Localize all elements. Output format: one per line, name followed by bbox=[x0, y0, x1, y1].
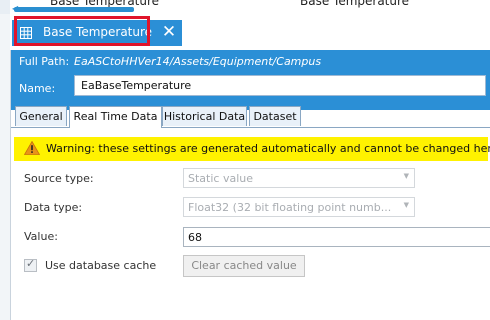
clear-cached-value-button[interactable]: Clear cached value bbox=[183, 255, 305, 277]
property-tabs: General Real Time Data Historical Data D… bbox=[11, 106, 490, 128]
use-database-cache-checkbox[interactable]: ✓ bbox=[24, 257, 37, 272]
name-label: Name: bbox=[19, 82, 56, 95]
highlight-box bbox=[14, 16, 150, 46]
top-strip-edge bbox=[0, 0, 10, 14]
chevron-down-icon: ▼ bbox=[403, 201, 409, 209]
source-type-select: Static value ▼ bbox=[183, 168, 415, 188]
data-type-select: Float32 (32 bit floating point numb... ▼ bbox=[183, 197, 415, 217]
full-path-value: EaASCtoHHVer14/Assets/Equipment/Campus bbox=[74, 55, 322, 68]
document-tab-row: Base Temperature ✕ bbox=[10, 14, 490, 50]
top-strip-right-text: Base Temperature bbox=[300, 0, 410, 8]
value-field[interactable]: 68 bbox=[183, 227, 490, 247]
warning-banner: Warning: these settings are generated au… bbox=[14, 137, 490, 161]
top-strip: Base Temperature Base Temperature ◀ bbox=[0, 0, 490, 14]
close-icon[interactable]: ✕ bbox=[160, 22, 178, 42]
tab-dataset[interactable]: Dataset bbox=[249, 106, 301, 126]
tab-general[interactable]: General bbox=[15, 106, 67, 126]
left-pane-edge bbox=[0, 14, 11, 320]
properties-header: Full Path: EaASCtoHHVer14/Assets/Equipme… bbox=[11, 50, 490, 110]
tab-historical-data[interactable]: Historical Data bbox=[162, 106, 247, 126]
use-database-cache-label: Use database cache bbox=[45, 259, 157, 272]
source-type-label: Source type: bbox=[24, 172, 94, 185]
tab-real-time-data[interactable]: Real Time Data bbox=[69, 106, 162, 128]
data-type-label: Data type: bbox=[24, 201, 83, 214]
value-label: Value: bbox=[24, 230, 58, 243]
data-type-value: Float32 (32 bit floating point numb... bbox=[188, 201, 392, 214]
full-path-label: Full Path: bbox=[19, 55, 70, 68]
warning-icon bbox=[23, 140, 41, 155]
source-type-value: Static value bbox=[188, 172, 253, 185]
warning-text: Warning: these settings are generated au… bbox=[46, 142, 490, 155]
chevron-down-icon: ▼ bbox=[403, 172, 409, 180]
horizontal-scrollbar[interactable] bbox=[14, 7, 134, 12]
name-field[interactable]: EaBaseTemperature bbox=[74, 75, 486, 96]
checkmark-icon: ✓ bbox=[26, 257, 36, 270]
